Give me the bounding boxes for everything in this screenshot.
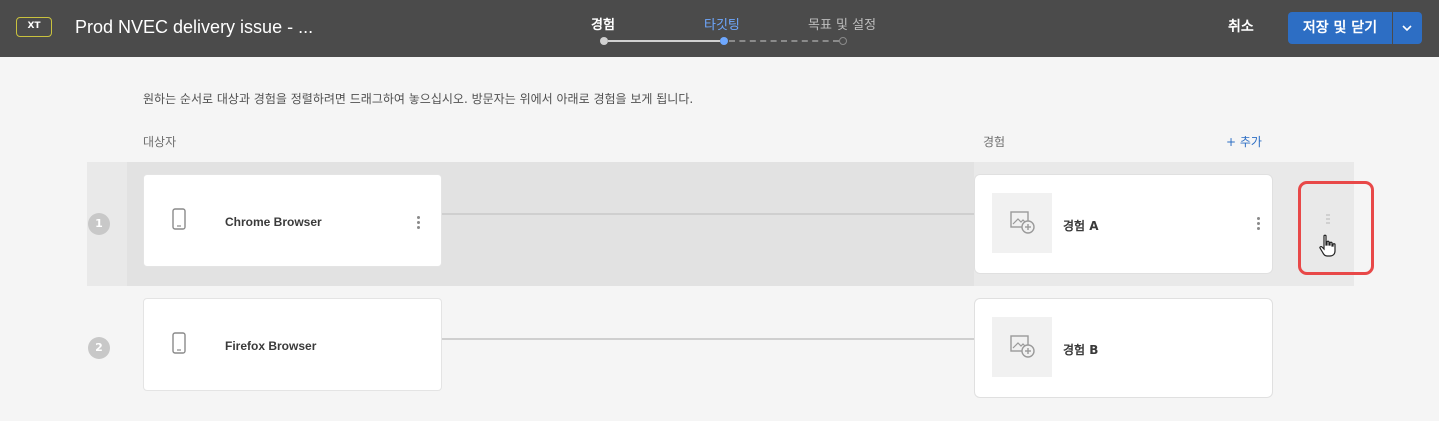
audience-name: Chrome Browser xyxy=(225,215,322,229)
step-goals-settings[interactable]: 목표 및 설정 xyxy=(808,14,876,33)
cancel-button[interactable]: 취소 xyxy=(1228,16,1254,36)
image-add-icon xyxy=(1010,335,1035,358)
more-options-icon[interactable] xyxy=(417,216,421,230)
audience-card-firefox[interactable]: Firefox Browser xyxy=(143,298,442,391)
step-dot-experiences xyxy=(600,37,608,45)
save-and-close-button[interactable]: 저장 및 닫기 xyxy=(1288,12,1392,44)
top-header: XT Prod NVEC delivery issue - ... 경험 타깃팅… xyxy=(0,0,1439,57)
drag-handle-highlight xyxy=(1298,181,1374,275)
chevron-down-icon xyxy=(1402,25,1412,32)
step-dot-targeting xyxy=(720,37,728,45)
workflow-steps: 경험 타깃팅 목표 및 설정 xyxy=(0,0,1439,57)
experience-name: 경험 B xyxy=(1063,343,1099,357)
instruction-text: 원하는 순서로 대상과 경험을 정렬하려면 드래그하여 놓으십시오. 방문자는 … xyxy=(143,92,694,106)
experience-column-header: 경험 xyxy=(983,135,1006,149)
hand-cursor-icon xyxy=(1319,234,1336,257)
row-number-2: 2 xyxy=(88,337,110,359)
save-options-dropdown[interactable] xyxy=(1393,12,1422,44)
experience-card-b[interactable]: 경험 B xyxy=(974,298,1273,398)
experience-thumbnail xyxy=(992,317,1052,377)
image-add-icon xyxy=(1010,211,1035,234)
step-line-completed xyxy=(608,40,720,42)
drag-handle-icon[interactable] xyxy=(1326,214,1330,224)
add-experience-link[interactable]: + 추가 xyxy=(1226,133,1262,150)
audience-name: Firefox Browser xyxy=(225,339,317,353)
more-options-icon[interactable] xyxy=(1257,217,1261,231)
experience-thumbnail xyxy=(992,193,1052,253)
row-number-1: 1 xyxy=(88,213,110,235)
mobile-device-icon xyxy=(172,332,186,354)
audience-card-chrome[interactable]: Chrome Browser xyxy=(143,174,442,267)
row-connector-line xyxy=(442,338,975,340)
step-experiences[interactable]: 경험 xyxy=(591,14,615,33)
experience-name: 경험 A xyxy=(1063,219,1099,233)
audience-column-header: 대상자 xyxy=(143,135,177,149)
mobile-device-icon xyxy=(172,208,186,230)
step-dot-goals xyxy=(839,37,847,45)
step-targeting[interactable]: 타깃팅 xyxy=(704,14,740,33)
step-line-pending xyxy=(729,40,839,42)
row-connector-line xyxy=(442,213,975,215)
experience-card-a[interactable]: 경험 A xyxy=(974,174,1273,274)
